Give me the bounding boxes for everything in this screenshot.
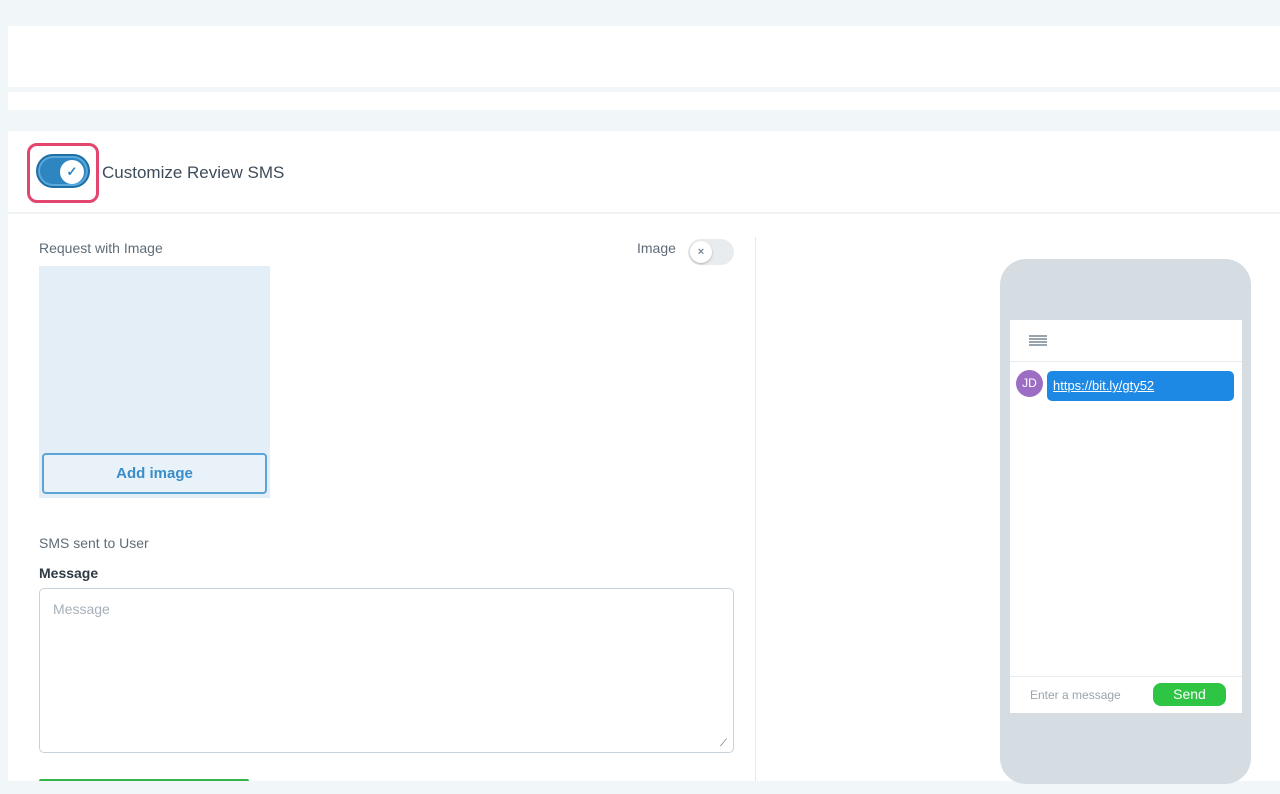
- image-toggle-label: Image: [637, 240, 676, 256]
- phone-screen-footer: Enter a message Send: [1010, 676, 1242, 713]
- sms-settings-panel: ✓ Customize Review SMS Request with Imag…: [8, 131, 1280, 784]
- send-button: Send: [1153, 683, 1226, 706]
- resize-grip-icon[interactable]: ⟋: [720, 739, 730, 749]
- customize-review-sms-toggle[interactable]: ✓: [36, 154, 90, 188]
- request-with-image-label: Request with Image: [39, 240, 163, 256]
- sms-sent-to-user-label: SMS sent to User: [39, 535, 149, 551]
- x-icon: ×: [690, 241, 712, 263]
- phone-screen-header: [1010, 320, 1242, 362]
- column-divider: [755, 237, 756, 781]
- top-bar: [8, 26, 1280, 87]
- image-upload-area: Add image: [39, 266, 270, 498]
- phone-preview: JD https://bit.ly/gty52 Enter a message …: [1000, 259, 1251, 784]
- message-bubble: https://bit.ly/gty52: [1047, 371, 1234, 401]
- review-link[interactable]: https://bit.ly/gty52: [1053, 378, 1154, 393]
- customize-review-sms-label: Customize Review SMS: [102, 163, 285, 182]
- message-label: Message: [39, 565, 99, 581]
- save-button-edge[interactable]: [39, 779, 249, 781]
- sub-bar: [8, 92, 1280, 110]
- add-image-button[interactable]: Add image: [42, 453, 267, 494]
- menu-icon: [1029, 335, 1047, 347]
- avatar: JD: [1016, 370, 1043, 397]
- message-textarea[interactable]: [39, 588, 734, 753]
- check-icon: ✓: [60, 160, 84, 184]
- panel-header: ✓ Customize Review SMS: [8, 131, 1280, 214]
- phone-screen: JD https://bit.ly/gty52 Enter a message …: [1010, 320, 1242, 713]
- enter-message-placeholder: Enter a message: [1030, 688, 1121, 702]
- image-toggle[interactable]: ×: [688, 239, 734, 265]
